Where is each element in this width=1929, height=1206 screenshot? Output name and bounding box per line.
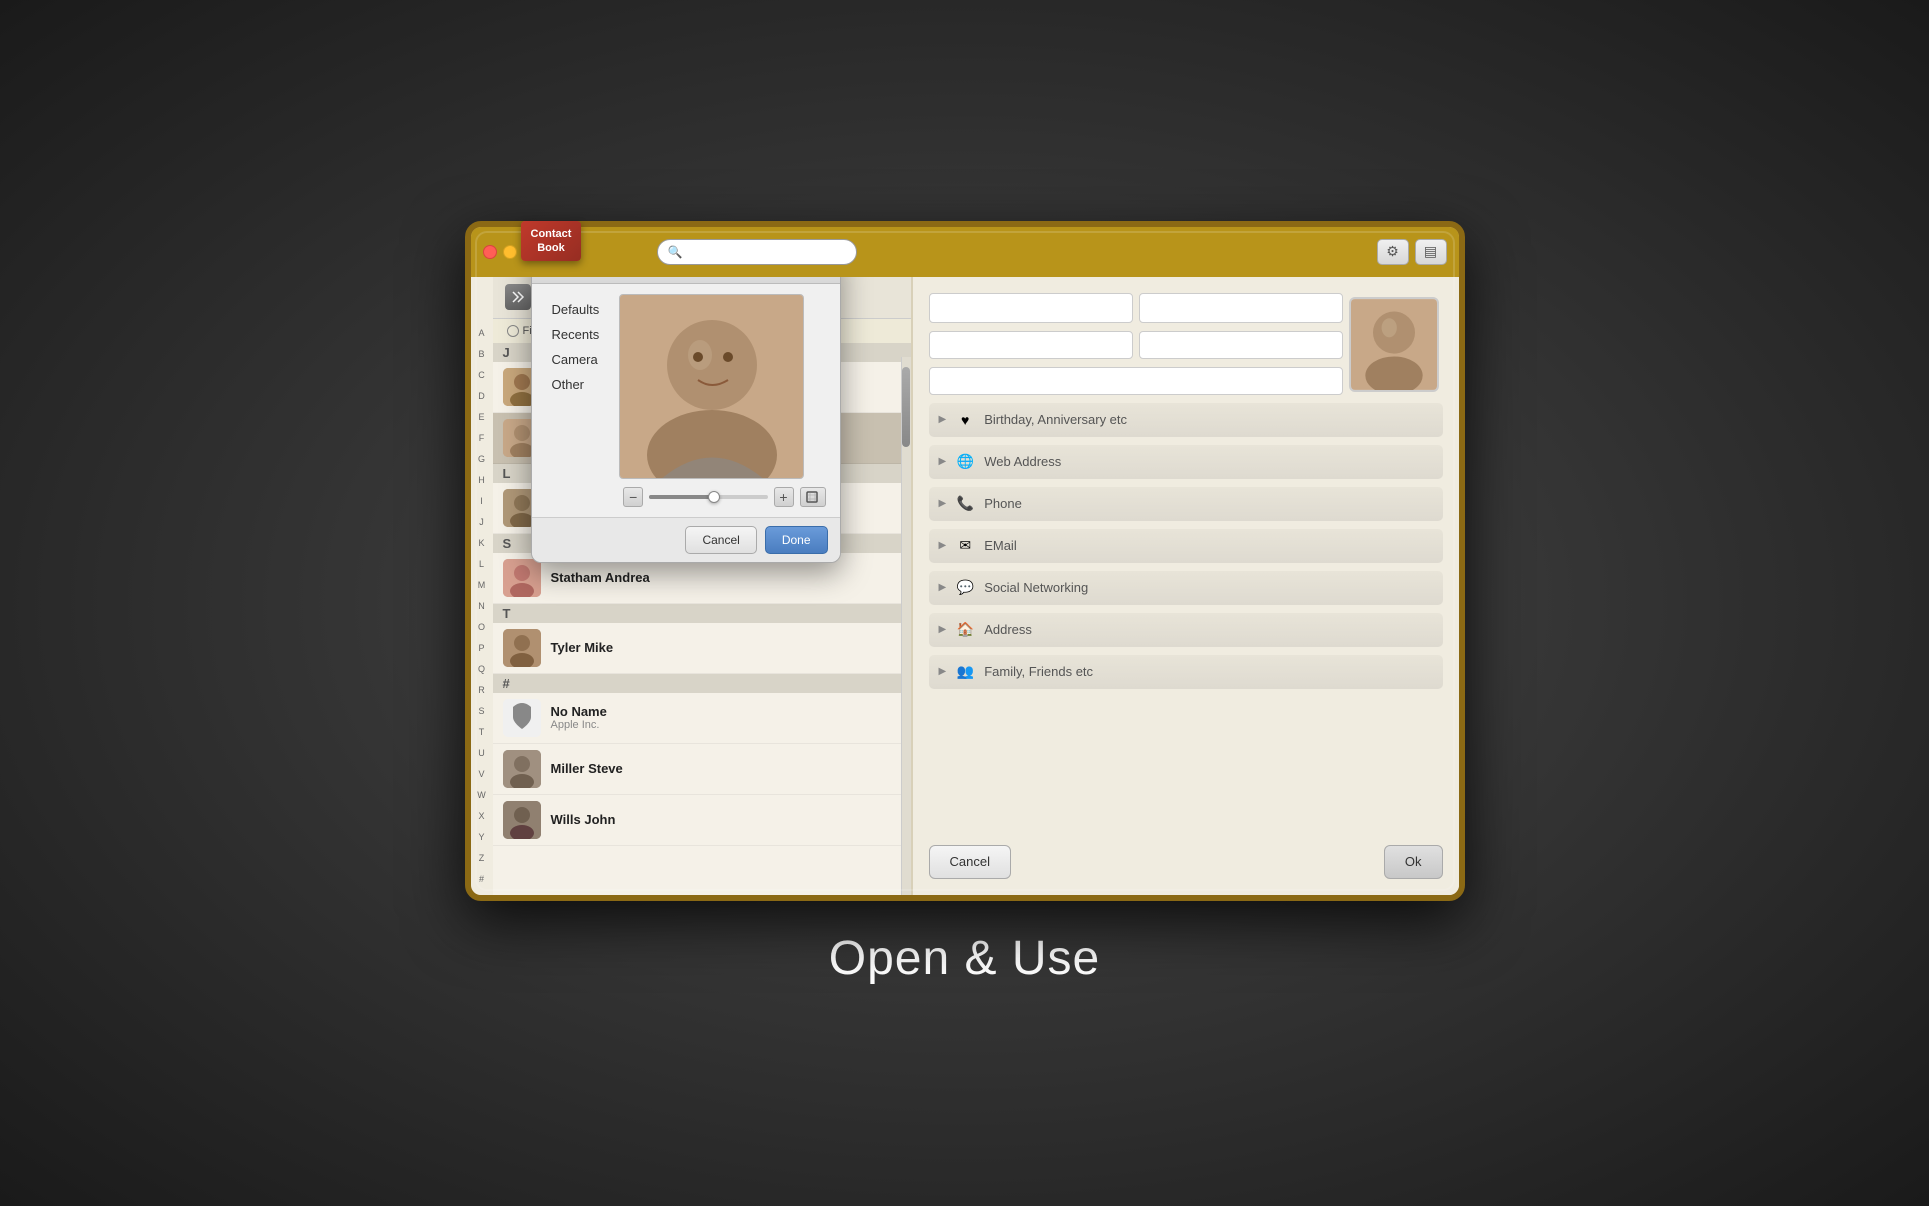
- gear-icon: ⚙: [1386, 243, 1399, 260]
- search-bar[interactable]: 🔍: [657, 239, 857, 265]
- menu-camera[interactable]: Camera: [542, 348, 610, 371]
- toolbar-buttons: ⚙ ▤: [1377, 239, 1447, 265]
- app-window: Contact Book 🔍 ⚙ ▤ A B C D E F G H I: [465, 221, 1465, 901]
- dialog-photo-preview: [619, 294, 804, 479]
- dialog-overlay: Edit Picture Defaults Recents Camera Oth…: [471, 277, 1459, 895]
- tagline: Open & Use: [829, 931, 1100, 986]
- menu-defaults[interactable]: Defaults: [542, 298, 610, 321]
- dialog-photo-area: − +: [619, 294, 829, 507]
- dialog-menu: Defaults Recents Camera Other: [542, 294, 610, 507]
- dialog-body: Defaults Recents Camera Other: [532, 284, 840, 517]
- dialog-cancel-button[interactable]: Cancel: [685, 526, 756, 554]
- minimize-button[interactable]: [503, 245, 517, 259]
- crop-button[interactable]: [800, 487, 826, 507]
- search-icon: 🔍: [668, 245, 683, 259]
- close-button[interactable]: [483, 245, 497, 259]
- zoom-thumb[interactable]: [708, 491, 720, 503]
- book-body: A B C D E F G H I J K L M N O P Q R S T …: [471, 277, 1459, 895]
- zoom-out-button[interactable]: −: [623, 487, 643, 507]
- title-bar: Contact Book 🔍 ⚙ ▤: [471, 227, 1459, 277]
- dialog-title-bar: Edit Picture: [532, 277, 840, 284]
- dialog-footer: Cancel Done: [532, 517, 840, 562]
- barcode-icon: ▤: [1424, 243, 1437, 260]
- zoom-in-button[interactable]: +: [774, 487, 794, 507]
- photo-controls: − +: [619, 487, 829, 507]
- dialog-done-button[interactable]: Done: [765, 526, 828, 554]
- zoom-slider[interactable]: [649, 495, 767, 499]
- settings-button[interactable]: ⚙: [1377, 239, 1409, 265]
- app-badge: Contact Book: [521, 221, 582, 262]
- edit-picture-dialog: Edit Picture Defaults Recents Camera Oth…: [531, 277, 841, 563]
- menu-other[interactable]: Other: [542, 373, 610, 396]
- menu-recents[interactable]: Recents: [542, 323, 610, 346]
- barcode-button[interactable]: ▤: [1415, 239, 1447, 265]
